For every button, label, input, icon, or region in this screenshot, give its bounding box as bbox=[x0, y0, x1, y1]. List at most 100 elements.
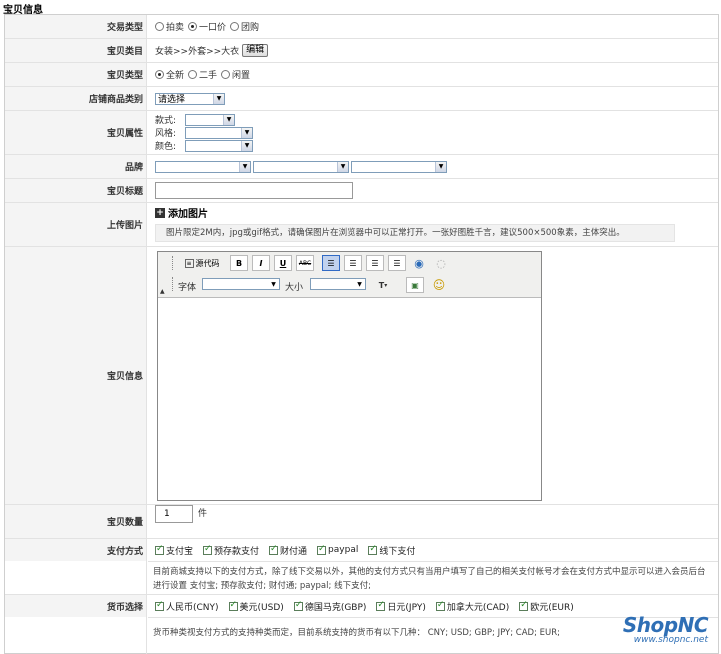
underline-button[interactable]: U bbox=[274, 255, 292, 271]
row-condition: 宝贝类型 全新 二手 闲置 bbox=[5, 63, 718, 87]
brand-select-2[interactable]: ▼ bbox=[253, 160, 349, 173]
font-size-select[interactable]: ▼ bbox=[310, 278, 366, 290]
font-family-select[interactable]: ▼ bbox=[202, 278, 280, 290]
toolbar-grip bbox=[172, 256, 174, 270]
attributes-cell: 款式: ▼ 风格: ▼ 颜色: ▼ bbox=[155, 111, 253, 154]
attr-style-select[interactable]: ▼ bbox=[185, 113, 235, 126]
row-attributes: 宝贝属性 款式: ▼ 风格: ▼ 颜色: ▼ bbox=[5, 111, 718, 155]
brand-cell: ▼ ▼ ▼ bbox=[155, 155, 447, 178]
chevron-down-icon: ▼ bbox=[241, 140, 252, 151]
payment-label-filler bbox=[5, 561, 147, 595]
watermark: ShopNC www.shopnc.net bbox=[623, 613, 709, 645]
editor-content-area[interactable] bbox=[158, 299, 541, 500]
radio-fixed-price[interactable]: 一口价 bbox=[188, 20, 226, 33]
chevron-down-icon: ▼ bbox=[241, 127, 252, 138]
checkbox-offline[interactable]: 线下支付 bbox=[368, 544, 415, 557]
radio-group-buy[interactable]: 团购 bbox=[230, 20, 259, 33]
title-cell bbox=[155, 179, 353, 202]
rich-text-editor: ≡ 源代码 B I U ABC ☰ ☰ ☰ ☰ ◉ ◌ 字体 ▼ 大小 ▼ T ▾… bbox=[157, 251, 542, 501]
description-label: 宝贝信息 bbox=[5, 247, 147, 504]
row-currency: 货币选择 人民币(CNY) 美元(USD) 德国马克(GBP) 日元(JPY) … bbox=[5, 595, 718, 654]
checkbox-usd[interactable]: 美元(USD) bbox=[228, 600, 284, 613]
brand-select-1[interactable]: ▼ bbox=[155, 160, 251, 173]
bold-button[interactable]: B bbox=[230, 255, 248, 271]
store-category-select[interactable]: 请选择 ▼ bbox=[155, 92, 225, 105]
checkbox-cny[interactable]: 人民币(CNY) bbox=[155, 600, 219, 613]
chevron-down-icon: ▼ bbox=[223, 114, 234, 125]
text-color-icon[interactable]: T ▾ bbox=[372, 277, 394, 293]
upload-label: 上传图片 bbox=[5, 203, 147, 246]
attributes-label: 宝贝属性 bbox=[5, 111, 147, 154]
align-left-icon[interactable]: ☰ bbox=[322, 255, 340, 271]
payment-note: 目前商城支持以下的支付方式，除了线下交易以外，其他的支付方式只有当用户填写了自己… bbox=[148, 561, 718, 595]
brand-select-3[interactable]: ▼ bbox=[351, 160, 447, 173]
shopnc-url: www.shopnc.net bbox=[633, 635, 708, 645]
attr-fashion: 风格: ▼ bbox=[155, 126, 253, 139]
row-title: 宝贝标题 bbox=[5, 179, 718, 203]
condition-options: 全新 二手 闲置 bbox=[155, 63, 254, 86]
radio-used[interactable]: 二手 bbox=[188, 68, 217, 81]
align-center-icon[interactable]: ☰ bbox=[344, 255, 362, 271]
row-category: 宝贝类目 女装>>外套>>大衣 编辑 bbox=[5, 39, 718, 63]
add-image-button[interactable]: + 添加图片 bbox=[155, 205, 208, 220]
radio-auction[interactable]: 拍卖 bbox=[155, 20, 184, 33]
chevron-down-icon: ▼ bbox=[354, 279, 365, 289]
attr-color-select[interactable]: ▼ bbox=[185, 139, 253, 152]
row-payment: 支付方式 支付宝 预存款支付 财付通 paypal 线下支付 目前商城支持以下的… bbox=[5, 539, 718, 595]
condition-label: 宝贝类型 bbox=[5, 63, 147, 86]
unlink-icon[interactable]: ◌ bbox=[432, 255, 450, 271]
checkbox-gbp[interactable]: 德国马克(GBP) bbox=[293, 600, 366, 613]
trade-type-options: 拍卖 一口价 团购 bbox=[155, 15, 263, 38]
align-right-icon[interactable]: ☰ bbox=[366, 255, 384, 271]
payment-options: 支付宝 预存款支付 财付通 paypal 线下支付 bbox=[155, 539, 425, 561]
attr-fashion-select[interactable]: ▼ bbox=[185, 126, 253, 139]
chevron-down-icon: ▼ bbox=[213, 93, 224, 104]
size-label: 大小 bbox=[285, 283, 304, 293]
payment-label: 支付方式 bbox=[5, 539, 147, 561]
font-label: 字体 bbox=[178, 283, 197, 293]
radio-new[interactable]: 全新 bbox=[155, 68, 184, 81]
upload-hint: 图片限定2M内，jpg或gif格式，请确保图片在浏览器中可以正常打开。一张好图胜… bbox=[155, 224, 675, 242]
radio-idle[interactable]: 闲置 bbox=[221, 68, 250, 81]
source-code-icon: ≡ bbox=[184, 258, 194, 268]
toolbar-grip-2 bbox=[172, 277, 174, 291]
edit-category-button[interactable]: 编辑 bbox=[242, 44, 269, 57]
strikethrough-button[interactable]: ABC bbox=[296, 255, 314, 271]
emoticon-icon[interactable]: ☺ bbox=[430, 277, 448, 293]
title-label: 宝贝标题 bbox=[5, 179, 147, 202]
row-store-category: 店铺商品类别 请选择 ▼ bbox=[5, 87, 718, 111]
item-info-form: 交易类型 拍卖 一口价 团购 宝贝类目 女装>>外套>>大衣 编辑 宝贝类型 全… bbox=[4, 14, 719, 654]
category-value-cell: 女装>>外套>>大衣 编辑 bbox=[155, 39, 269, 62]
checkbox-paypal[interactable]: paypal bbox=[317, 544, 358, 555]
quantity-unit: 件 bbox=[198, 509, 208, 519]
brand-label: 品牌 bbox=[5, 155, 147, 178]
trade-type-label: 交易类型 bbox=[5, 15, 147, 38]
source-code-button[interactable]: ≡ 源代码 bbox=[178, 255, 226, 271]
quantity-input[interactable]: 1 bbox=[155, 505, 193, 523]
checkbox-eur[interactable]: 欧元(EUR) bbox=[519, 600, 574, 613]
link-icon[interactable]: ◉ bbox=[410, 255, 428, 271]
attr-color: 颜色: ▼ bbox=[155, 139, 253, 152]
italic-button[interactable]: I bbox=[252, 255, 270, 271]
quantity-cell: 1 件 bbox=[155, 505, 207, 538]
checkbox-alipay[interactable]: 支付宝 bbox=[155, 544, 193, 557]
checkbox-predeposit[interactable]: 预存款支付 bbox=[203, 544, 259, 557]
chevron-down-icon: ▼ bbox=[435, 161, 446, 172]
attr-style: 款式: ▼ bbox=[155, 113, 235, 126]
upload-cell: + 添加图片 图片限定2M内，jpg或gif格式，请确保图片在浏览器中可以正常打… bbox=[155, 203, 675, 246]
image-icon[interactable]: ▣ bbox=[406, 277, 424, 293]
align-justify-icon[interactable]: ☰ bbox=[388, 255, 406, 271]
currency-label: 货币选择 bbox=[5, 595, 147, 617]
store-category-label: 店铺商品类别 bbox=[5, 87, 147, 110]
currency-options: 人民币(CNY) 美元(USD) 德国马克(GBP) 日元(JPY) 加拿大元(… bbox=[155, 595, 584, 617]
checkbox-tenpay[interactable]: 财付通 bbox=[269, 544, 307, 557]
plus-icon: + bbox=[155, 207, 165, 218]
category-value: 女装>>外套>>大衣 bbox=[155, 47, 240, 57]
checkbox-cad[interactable]: 加拿大元(CAD) bbox=[435, 600, 509, 613]
editor-toolbar: ≡ 源代码 B I U ABC ☰ ☰ ☰ ☰ ◉ ◌ 字体 ▼ 大小 ▼ T ▾… bbox=[158, 252, 541, 298]
toolbar-collapse-icon[interactable]: ▲ bbox=[160, 288, 165, 295]
checkbox-jpy[interactable]: 日元(JPY) bbox=[376, 600, 426, 613]
title-input[interactable] bbox=[155, 182, 353, 199]
chevron-down-icon: ▼ bbox=[268, 279, 279, 289]
chevron-down-icon: ▼ bbox=[239, 161, 250, 172]
